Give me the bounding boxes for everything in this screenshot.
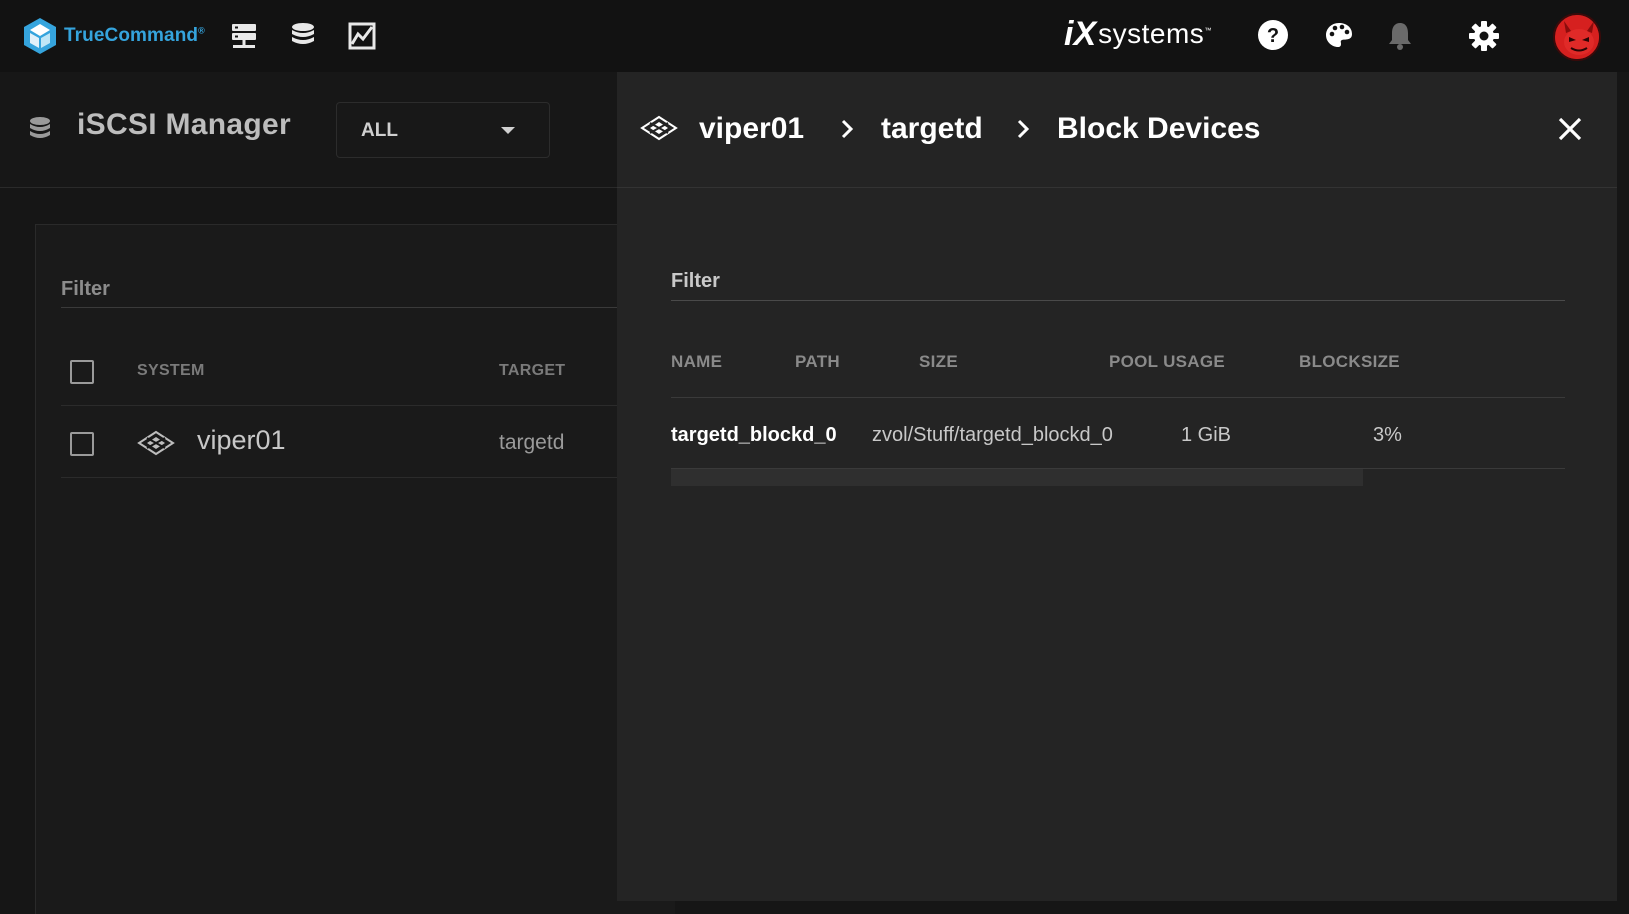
target-name: targetd <box>499 431 565 454</box>
column-header-blocksize[interactable]: BLOCKSIZE <box>1299 352 1400 372</box>
select-value: ALL <box>361 120 398 141</box>
panel-header: viper01 targetd Block Devices <box>617 72 1617 188</box>
system-filter-select[interactable]: ALL <box>336 102 550 158</box>
targets-card <box>35 224 675 914</box>
truenas-system-icon <box>640 115 678 146</box>
ixsystems-logo: iX systems™ <box>1064 16 1212 52</box>
brand-name: TrueCommand® <box>64 25 205 47</box>
caret-down-icon <box>501 127 515 134</box>
brand-name-text: TrueCommand <box>64 25 199 46</box>
panel-header-divider <box>671 397 1565 398</box>
panel-filter-input[interactable]: Filter <box>671 270 720 293</box>
device-name: targetd_blockd_0 <box>671 424 837 446</box>
bell-icon[interactable] <box>1385 20 1415 52</box>
ix-text-label: systems <box>1098 18 1205 49</box>
system-name: viper01 <box>197 425 286 455</box>
breadcrumb-current: Block Devices <box>1057 112 1261 145</box>
trademark-mark: ™ <box>1204 27 1212 35</box>
avatar[interactable] <box>1553 13 1601 61</box>
device-pool-usage: 3% <box>1373 424 1402 446</box>
chevron-right-icon <box>1015 116 1031 147</box>
breadcrumb-target[interactable]: targetd <box>881 112 983 146</box>
filter-input[interactable]: Filter <box>61 278 110 301</box>
select-all-checkbox[interactable] <box>70 360 94 384</box>
filter-underline <box>61 307 621 308</box>
device-size: 1 GiB <box>1181 424 1232 446</box>
avatar-image <box>1555 15 1599 59</box>
palette-icon[interactable] <box>1324 20 1354 50</box>
column-header-pool-usage[interactable]: POOL USAGE <box>1109 352 1225 372</box>
row-checkbox[interactable] <box>70 432 94 456</box>
truecommand-logo[interactable]: TrueCommand® <box>22 16 205 56</box>
truenas-system-icon <box>137 430 175 461</box>
column-header-path[interactable]: PATH <box>795 352 840 372</box>
help-icon[interactable]: ? <box>1256 18 1290 52</box>
registered-mark: ® <box>198 25 205 36</box>
reports-icon[interactable] <box>347 21 377 51</box>
column-header-name[interactable]: NAME <box>671 352 722 372</box>
svg-text:?: ? <box>1267 25 1279 47</box>
storage-icon[interactable] <box>289 21 317 51</box>
column-header-size[interactable]: SIZE <box>919 352 958 372</box>
ix-text: systems™ <box>1098 18 1212 50</box>
truecommand-logo-icon <box>24 18 56 54</box>
close-icon[interactable] <box>1555 114 1585 144</box>
gear-icon[interactable] <box>1468 20 1500 52</box>
page-scrollbar-track <box>1617 72 1629 901</box>
device-path: zvol/Stuff/targetd_blockd_0 <box>872 424 1113 446</box>
column-header-target[interactable]: TARGET <box>499 362 565 380</box>
chevron-right-icon <box>839 116 855 147</box>
top-bar: TrueCommand® iX systems™ ? <box>0 0 1629 72</box>
iscsi-storage-icon <box>28 116 52 147</box>
header-divider <box>61 405 621 406</box>
column-header-system[interactable]: SYSTEM <box>137 362 205 380</box>
page-title: iSCSI Manager <box>77 108 291 141</box>
ix-mark: iX <box>1064 15 1097 53</box>
systems-icon[interactable] <box>229 21 259 51</box>
horizontal-scrollbar[interactable] <box>671 469 1363 486</box>
block-devices-panel: viper01 targetd Block Devices Filter NAM… <box>617 72 1617 901</box>
row-divider <box>61 477 621 478</box>
panel-filter-underline <box>671 300 1565 301</box>
breadcrumb-system[interactable]: viper01 <box>699 112 804 146</box>
